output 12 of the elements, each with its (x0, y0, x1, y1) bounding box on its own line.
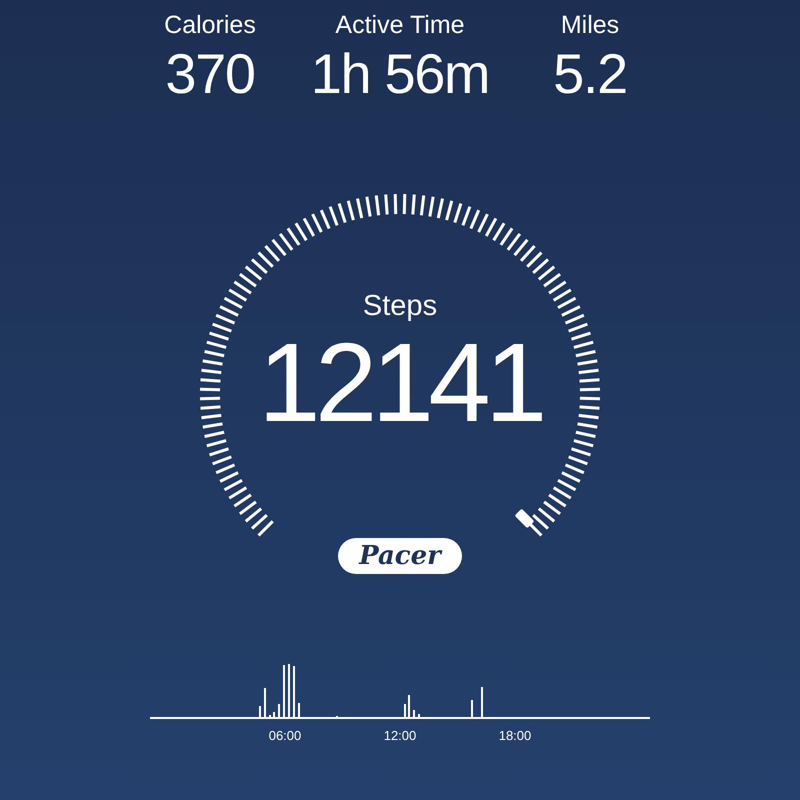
time-label: 18:00 (498, 727, 532, 745)
stat-label: Calories (164, 10, 256, 41)
time-label: 12:00 (382, 727, 418, 745)
stat-value: 5.2 (553, 42, 627, 106)
stat-value: 370 (165, 42, 255, 106)
steps-count: 12141 (258, 324, 542, 442)
stat-value: 1h 56m (310, 42, 490, 106)
steps-label: Steps (362, 289, 438, 324)
stat-label: Active Time (335, 10, 465, 41)
brand-logo: Pacer (338, 538, 462, 574)
time-label: 06:00 (268, 727, 302, 745)
stat-label: Miles (560, 10, 620, 41)
